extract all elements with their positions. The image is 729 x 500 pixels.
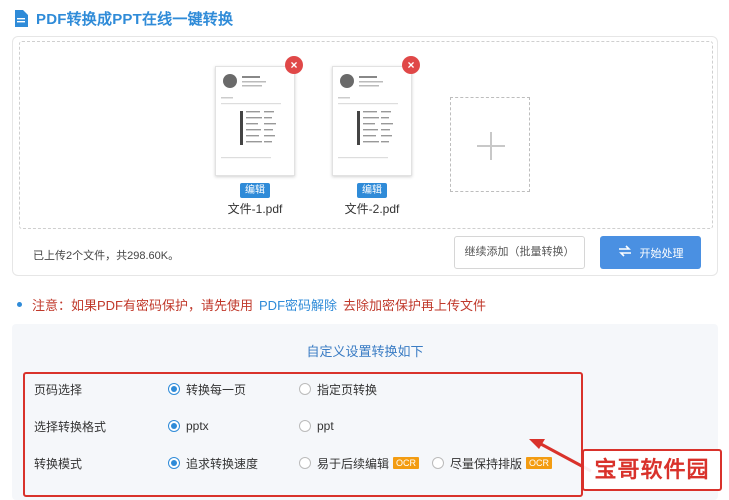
radio-label: 指定页转换 <box>317 382 378 397</box>
add-file-button[interactable] <box>450 97 530 192</box>
continue-add-button[interactable]: 继续添加（批量转换） <box>454 236 585 269</box>
radio-unchecked-icon <box>299 420 311 432</box>
radio-checked-icon <box>168 457 180 469</box>
radio-specified-pages[interactable]: 指定页转换 <box>299 381 377 398</box>
radio-label: 尽量保持排版 <box>450 456 523 471</box>
ocr-badge: OCR <box>393 457 420 469</box>
radio-label: 追求转换速度 <box>186 456 259 471</box>
radio-checked-icon <box>168 383 180 395</box>
radio-label: 易于后续编辑 <box>317 456 390 471</box>
file-thumbnail[interactable] <box>215 66 295 176</box>
radio-easy-edit[interactable]: 易于后续编辑 OCR <box>299 455 420 472</box>
radio-pptx[interactable]: pptx <box>168 419 209 433</box>
edit-button[interactable]: 编辑 <box>357 183 387 198</box>
settings-title: 自定义设置转换如下 <box>306 344 424 359</box>
file-name: 文件-2.pdf <box>344 202 400 216</box>
close-icon: × <box>407 58 415 72</box>
radio-ppt[interactable]: ppt <box>299 419 334 433</box>
upload-status: 已上传2个文件，共298.60K。 <box>33 250 180 262</box>
header: PDF转换成PPT在线一键转换 <box>14 8 233 29</box>
start-processing-button[interactable]: 开始处理 <box>600 236 701 269</box>
radio-speed[interactable]: 追求转换速度 <box>168 455 258 472</box>
radio-label: pptx <box>186 419 209 433</box>
radio-unchecked-icon <box>299 383 311 395</box>
watermark-logo: 宝哥软件园 <box>582 449 722 491</box>
radio-label: ppt <box>317 419 334 433</box>
option-label: 页码选择 <box>34 382 83 397</box>
notice: 注意：如果PDF有密码保护，请先使用 PDF密码解除 去除加密保护再上传文件 <box>17 295 486 314</box>
radio-unchecked-icon <box>432 457 444 469</box>
radio-convert-every-page[interactable]: 转换每一页 <box>168 381 246 398</box>
bullet-dot <box>17 302 22 307</box>
page-title: PDF转换成PPT在线一键转换 <box>36 11 234 28</box>
radio-label: 转换每一页 <box>186 382 247 397</box>
notice-text: 注意：如果PDF有密码保护，请先使用 <box>32 298 254 313</box>
close-icon: × <box>290 58 298 72</box>
drop-zone[interactable]: × 编辑 文件-1.pdf × 编辑 文件-2.pdf <box>19 41 713 229</box>
document-icon <box>14 10 28 27</box>
remove-file-button[interactable]: × <box>402 56 420 74</box>
option-label: 选择转换格式 <box>34 419 107 434</box>
radio-unchecked-icon <box>299 457 311 469</box>
file-thumbnail[interactable] <box>332 66 412 176</box>
remove-file-button[interactable]: × <box>285 56 303 74</box>
upload-card: × 编辑 文件-1.pdf × 编辑 文件-2.pdf 已上传2个文件，共298… <box>12 36 718 276</box>
radio-checked-icon <box>168 420 180 432</box>
file-name: 文件-1.pdf <box>227 202 283 216</box>
pdf-password-link[interactable]: PDF密码解除 <box>259 295 337 314</box>
edit-button[interactable]: 编辑 <box>240 183 270 198</box>
start-processing-label: 开始处理 <box>639 247 684 260</box>
swap-icon <box>618 245 632 260</box>
option-label: 转换模式 <box>34 456 83 471</box>
notice-text-after: 去除加密保护再上传文件 <box>343 298 487 313</box>
